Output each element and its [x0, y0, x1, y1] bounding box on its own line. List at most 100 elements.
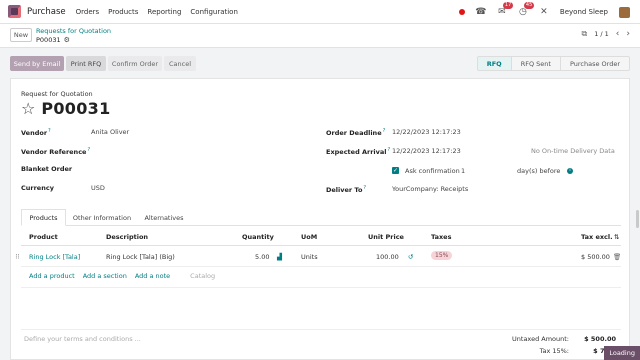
row-quantity[interactable]: 5.00 — [255, 253, 269, 261]
app-menu-icon[interactable] — [8, 5, 21, 18]
paperclip-icon[interactable]: ⧉ — [581, 29, 587, 39]
blanket-order-field[interactable] — [91, 165, 271, 174]
add-product-link[interactable]: Add a product — [29, 272, 75, 280]
catalog-button[interactable]: Catalog — [190, 272, 215, 280]
ask-confirmation-days-field[interactable]: 1 — [461, 167, 465, 175]
order-deadline-label: Order Deadline? — [326, 128, 385, 137]
vendor-reference-label: Vendor Reference? — [21, 147, 90, 156]
tab-products[interactable]: Products — [21, 209, 66, 226]
notebook-tabs: Products Other Information Alternatives — [21, 209, 621, 226]
loading-indicator: Loading — [604, 346, 640, 360]
trash-icon[interactable]: 🗑 — [613, 253, 621, 261]
tools-icon[interactable]: ✕ — [539, 7, 549, 17]
tab-alternatives[interactable]: Alternatives — [138, 209, 190, 226]
stage-rfq[interactable]: RFQ — [477, 57, 511, 70]
col-taxes[interactable]: Taxes — [431, 233, 451, 241]
vendor-help-mark[interactable]: ? — [48, 128, 51, 134]
col-quantity[interactable]: Quantity — [242, 233, 274, 241]
phone-icon[interactable]: ☎ — [475, 7, 486, 17]
vendor-reference-label-text: Vendor Reference — [21, 148, 87, 157]
col-uom[interactable]: UoM — [301, 233, 317, 241]
deliver-to-label-text: Deliver To — [326, 186, 363, 195]
tax-amount-label: Tax 15%: — [539, 347, 569, 355]
avatar[interactable] — [619, 6, 630, 18]
table-end-divider — [21, 287, 621, 288]
deliver-to-help-mark[interactable]: ? — [363, 185, 366, 191]
pager-value[interactable]: 1 / 1 — [594, 30, 609, 38]
pager: ⧉ 1 / 1 ‹ › — [581, 29, 630, 39]
drag-handle-icon[interactable]: ⠿ — [15, 253, 20, 261]
ontime-delivery-note: No On-time Delivery Data — [531, 147, 615, 155]
print-rfq-button[interactable]: Print RFQ — [66, 56, 106, 71]
col-description[interactable]: Description — [106, 233, 148, 241]
chat-badge: 17 — [502, 2, 514, 9]
page-title: ☆ P00031 — [21, 99, 111, 118]
status-row: Send by Email Print RFQ Confirm Order Ca… — [10, 56, 630, 72]
cancel-button[interactable]: Cancel — [164, 56, 196, 71]
new-button[interactable]: New — [10, 28, 32, 42]
order-deadline-field[interactable]: 12/22/2023 12:17:23 — [392, 128, 461, 136]
row-product[interactable]: Ring Lock [Tala] — [29, 253, 80, 261]
recording-icon[interactable] — [458, 9, 465, 15]
vendor-field[interactable]: Anita Oliver — [91, 128, 129, 136]
clock-icon[interactable]: ◷ 45 — [518, 2, 535, 17]
currency-field[interactable]: USD — [91, 184, 105, 192]
systray: ☎ ✉ 17 ◷ 45 ✕ Beyond Sleep — [458, 0, 630, 24]
blanket-order-label: Blanket Order — [21, 165, 73, 173]
row-description[interactable]: Ring Lock [Tala] (Big) — [106, 253, 175, 261]
star-icon[interactable]: ☆ — [21, 99, 35, 118]
menu-configuration[interactable]: Configuration — [190, 8, 237, 16]
chevron-right-icon[interactable]: › — [626, 29, 630, 39]
app-name[interactable]: Purchase — [27, 7, 66, 17]
stage-rfq-sent[interactable]: RFQ Sent — [510, 57, 560, 70]
untaxed-amount-value: $ 500.00 — [584, 335, 616, 343]
breadcrumb-current: P00031 ⚙ — [36, 36, 70, 44]
add-section-link[interactable]: Add a section — [83, 272, 127, 280]
add-note-link[interactable]: Add a note — [135, 272, 170, 280]
info-icon[interactable]: i — [567, 168, 573, 174]
menu-products[interactable]: Products — [108, 8, 138, 16]
column-settings-icon[interactable]: ⇅ — [614, 233, 619, 241]
row-uom[interactable]: Units — [301, 253, 318, 261]
row-tax-badge[interactable]: 15% — [431, 251, 453, 260]
tab-other-information[interactable]: Other Information — [67, 209, 137, 226]
menu-orders[interactable]: Orders — [76, 8, 100, 16]
vendor-label-text: Vendor — [21, 129, 48, 138]
ask-confirmation-checkbox[interactable]: ✓ — [392, 167, 399, 174]
col-tax-excl[interactable]: Tax excl. — [581, 233, 613, 241]
footer-divider — [21, 329, 621, 330]
company-switcher[interactable]: Beyond Sleep — [560, 8, 608, 16]
currency-label: Currency — [21, 184, 54, 192]
expected-arrival-label-text: Expected Arrival — [326, 148, 387, 157]
chevron-left-icon[interactable]: ‹ — [616, 29, 620, 39]
send-email-button[interactable]: Send by Email — [10, 56, 64, 71]
stage-purchase-order[interactable]: Purchase Order — [559, 57, 629, 70]
history-icon[interactable]: ↺ — [408, 253, 413, 261]
row-unit-price[interactable]: 100.00 — [376, 253, 399, 261]
deliver-to-field[interactable]: YourCompany: Receipts — [392, 185, 468, 193]
header-divider — [21, 245, 621, 246]
expected-arrival-help-mark[interactable]: ? — [388, 147, 391, 153]
confirm-order-button[interactable]: Confirm Order — [108, 56, 162, 71]
col-product[interactable]: Product — [29, 233, 58, 241]
chat-icon[interactable]: ✉ 17 — [497, 2, 514, 17]
vendor-reference-help-mark[interactable]: ? — [87, 147, 90, 153]
col-unit-price[interactable]: Unit Price — [368, 233, 404, 241]
scrollbar-thumb[interactable] — [636, 210, 639, 228]
doc-reference: P00031 — [41, 99, 111, 118]
vendor-reference-field[interactable] — [91, 147, 271, 156]
stage-bar: RFQ RFQ Sent Purchase Order — [476, 56, 630, 71]
gear-icon[interactable]: ⚙ — [64, 36, 70, 44]
breadcrumb-current-label: P00031 — [36, 36, 61, 44]
forecast-chart-icon[interactable]: ▟ — [277, 253, 282, 261]
main-menu: Orders Products Reporting Configuration — [76, 8, 238, 16]
order-deadline-help-mark[interactable]: ? — [383, 128, 386, 134]
terms-input[interactable]: Define your terms and conditions ... — [24, 335, 141, 343]
deliver-to-label: Deliver To? — [326, 185, 366, 194]
vendor-label: Vendor? — [21, 128, 51, 137]
menu-reporting[interactable]: Reporting — [147, 8, 181, 16]
expected-arrival-field[interactable]: 12/22/2023 12:17:23 — [392, 147, 461, 155]
form-sheet: Request for Quotation ☆ P00031 Vendor? A… — [10, 78, 630, 360]
activity-badge: 45 — [523, 2, 535, 9]
breadcrumb-parent[interactable]: Requests for Quotation — [36, 27, 111, 35]
